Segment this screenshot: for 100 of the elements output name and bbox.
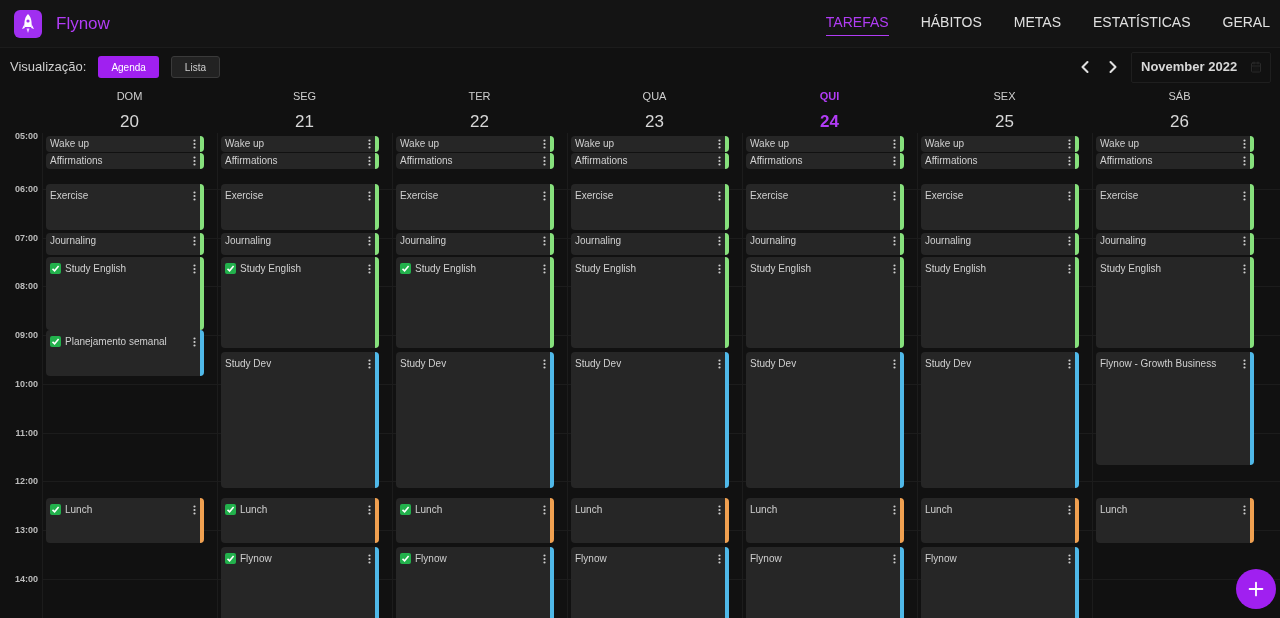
more-icon[interactable] [1243,139,1246,149]
event-card[interactable]: Study Dev [921,352,1079,488]
checkbox-icon[interactable] [225,504,236,515]
event-card[interactable]: Study Dev [221,352,379,488]
event-card[interactable]: Exercise [746,184,904,230]
event-card[interactable]: Affirmations [571,153,729,169]
checkbox-icon[interactable] [50,336,61,347]
event-card[interactable]: Flynow [221,547,379,618]
nav-tab[interactable]: GERAL [1222,11,1270,36]
event-card[interactable]: Exercise [46,184,204,230]
checkbox-icon[interactable] [400,263,411,274]
event-card[interactable]: Affirmations [221,153,379,169]
checkbox-icon[interactable] [225,553,236,564]
event-card[interactable]: Affirmations [921,153,1079,169]
checkbox-icon[interactable] [400,553,411,564]
month-picker[interactable]: November 2022 [1131,51,1271,83]
checkbox-icon[interactable] [50,504,61,515]
event-card[interactable]: Study English [571,257,729,348]
event-card[interactable]: Wake up [571,136,729,152]
more-icon[interactable] [543,359,546,369]
more-icon[interactable] [718,554,721,564]
more-icon[interactable] [893,191,896,201]
checkbox-icon[interactable] [225,263,236,274]
day-header[interactable]: SÁB 26 [1092,86,1267,133]
more-icon[interactable] [718,236,721,246]
more-icon[interactable] [368,264,371,274]
event-card[interactable]: Wake up [921,136,1079,152]
view-toggle[interactable]: Agenda [98,56,159,78]
nav-tab[interactable]: HÁBITOS [920,11,982,36]
event-card[interactable]: Study English [396,257,554,348]
checkbox-icon[interactable] [400,504,411,515]
checkbox-icon[interactable] [50,263,61,274]
event-card[interactable]: Planejamento semanal [46,330,204,376]
more-icon[interactable] [718,264,721,274]
event-card[interactable]: Journaling [1096,233,1254,255]
event-card[interactable]: Lunch [746,498,904,543]
more-icon[interactable] [893,264,896,274]
nav-tab[interactable]: METAS [1013,11,1062,36]
event-card[interactable]: Journaling [46,233,204,255]
event-card[interactable]: Affirmations [396,153,554,169]
event-card[interactable]: Lunch [921,498,1079,543]
more-icon[interactable] [1068,191,1071,201]
more-icon[interactable] [1243,191,1246,201]
more-icon[interactable] [893,139,896,149]
event-card[interactable]: Wake up [46,136,204,152]
event-card[interactable]: Lunch [221,498,379,543]
more-icon[interactable] [543,156,546,166]
more-icon[interactable] [368,505,371,515]
more-icon[interactable] [718,156,721,166]
more-icon[interactable] [193,139,196,149]
event-card[interactable]: Affirmations [746,153,904,169]
day-header[interactable]: QUA 23 [567,86,742,133]
more-icon[interactable] [368,359,371,369]
more-icon[interactable] [718,191,721,201]
more-icon[interactable] [543,505,546,515]
event-card[interactable]: Study English [1096,257,1254,348]
more-icon[interactable] [193,264,196,274]
more-icon[interactable] [193,505,196,515]
more-icon[interactable] [1068,156,1071,166]
more-icon[interactable] [543,191,546,201]
more-icon[interactable] [893,554,896,564]
event-card[interactable]: Exercise [396,184,554,230]
more-icon[interactable] [543,236,546,246]
nav-tab[interactable]: ESTATÍSTICAS [1093,11,1191,36]
event-card[interactable]: Affirmations [46,153,204,169]
more-icon[interactable] [368,554,371,564]
event-card[interactable]: Exercise [1096,184,1254,230]
more-icon[interactable] [1243,505,1246,515]
more-icon[interactable] [1068,554,1071,564]
more-icon[interactable] [368,191,371,201]
event-card[interactable]: Lunch [1096,498,1254,543]
event-card[interactable]: Study English [746,257,904,348]
more-icon[interactable] [893,505,896,515]
more-icon[interactable] [1068,139,1071,149]
event-card[interactable]: Exercise [571,184,729,230]
more-icon[interactable] [368,139,371,149]
more-icon[interactable] [193,191,196,201]
event-card[interactable]: Study English [221,257,379,348]
event-card[interactable]: Study Dev [746,352,904,488]
event-card[interactable]: Wake up [396,136,554,152]
more-icon[interactable] [1243,264,1246,274]
more-icon[interactable] [1243,359,1246,369]
day-header[interactable]: TER 22 [392,86,567,133]
event-card[interactable]: Journaling [921,233,1079,255]
more-icon[interactable] [1243,156,1246,166]
more-icon[interactable] [193,337,196,347]
event-card[interactable]: Lunch [396,498,554,543]
event-card[interactable]: Flynow - Growth Business [1096,352,1254,465]
event-card[interactable]: Flynow [396,547,554,618]
day-header[interactable]: QUI 24 [742,86,917,133]
event-card[interactable]: Study Dev [396,352,554,488]
more-icon[interactable] [193,236,196,246]
event-card[interactable]: Lunch [571,498,729,543]
more-icon[interactable] [1068,236,1071,246]
more-icon[interactable] [1068,505,1071,515]
more-icon[interactable] [193,156,196,166]
nav-tab[interactable]: TAREFAS [825,11,889,36]
event-card[interactable]: Journaling [396,233,554,255]
more-icon[interactable] [1068,359,1071,369]
event-card[interactable]: Journaling [221,233,379,255]
